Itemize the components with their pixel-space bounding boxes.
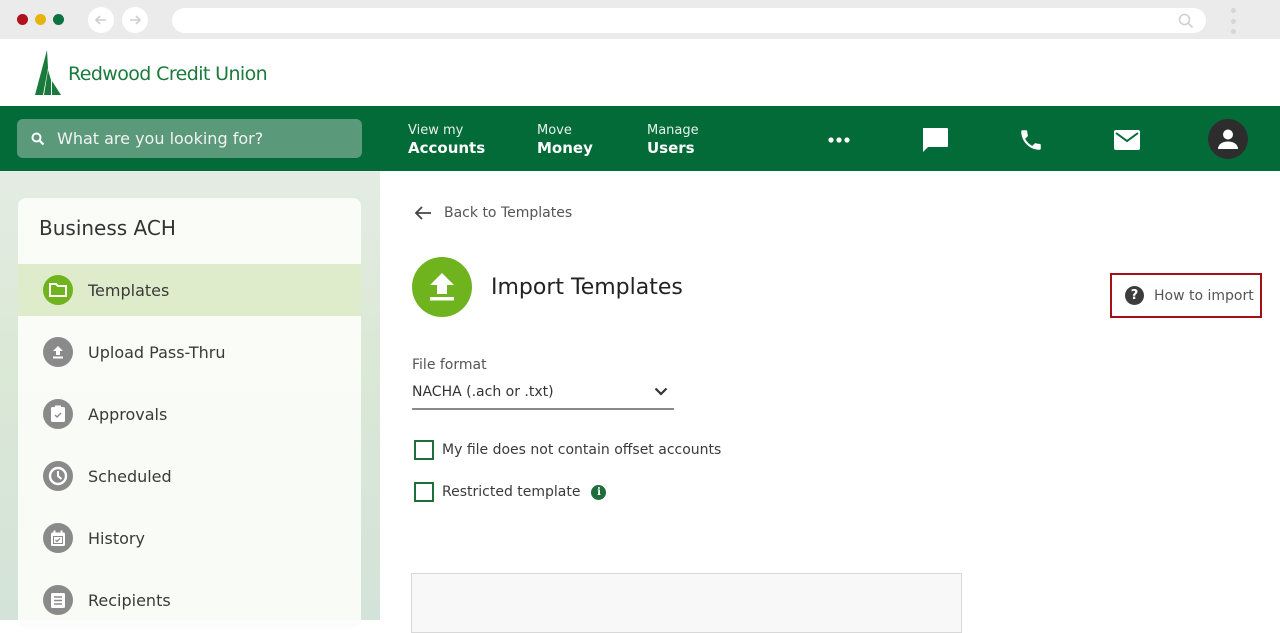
arrow-right-icon xyxy=(130,15,142,25)
sidebar-title: Business ACH xyxy=(39,216,176,240)
user-avatar-icon xyxy=(1218,129,1238,149)
chevron-down-icon xyxy=(654,387,668,396)
page-title: Import Templates xyxy=(491,275,683,300)
sidebar: Business ACH Templates Upload Pass-Thru … xyxy=(18,198,361,628)
sidebar-item-recipients[interactable]: Recipients xyxy=(18,574,361,626)
clock-icon xyxy=(43,461,73,491)
file-format-label: File format xyxy=(412,357,487,373)
mail-button[interactable] xyxy=(1107,120,1147,160)
search-icon xyxy=(1178,13,1194,29)
search-icon xyxy=(31,132,45,145)
sidebar-item-label: Scheduled xyxy=(88,466,172,486)
address-bar[interactable] xyxy=(172,8,1206,33)
sidebar-item-templates[interactable]: Templates xyxy=(18,264,361,316)
offset-accounts-label: My file does not contain offset accounts xyxy=(442,442,722,458)
back-to-templates-label: Back to Templates xyxy=(444,205,573,221)
arrow-left-icon xyxy=(414,206,431,220)
redwood-tree-logo xyxy=(35,50,61,95)
sidebar-item-approvals[interactable]: Approvals xyxy=(18,388,361,440)
logo-bar: Redwood Credit Union xyxy=(0,39,1280,106)
question-icon: ? xyxy=(1125,286,1144,305)
sidebar-item-label: History xyxy=(88,528,145,548)
browser-menu-button[interactable] xyxy=(1228,8,1238,34)
sidebar-item-scheduled[interactable]: Scheduled xyxy=(18,450,361,502)
phone-icon xyxy=(1021,130,1041,150)
nav-move-money[interactable]: Move Money xyxy=(537,123,593,157)
window-maximize-dot[interactable] xyxy=(53,14,64,25)
site-search[interactable] xyxy=(17,119,362,158)
nav-view-accounts[interactable]: View my Accounts xyxy=(408,123,485,157)
nav-manage-users[interactable]: Manage Users xyxy=(647,123,699,157)
chat-icon xyxy=(923,128,948,152)
sidebar-item-label: Templates xyxy=(88,280,170,300)
restricted-template-checkbox-row[interactable]: Restricted template i xyxy=(414,482,607,502)
brand-name: Redwood Credit Union xyxy=(68,63,268,85)
how-to-import-label: How to import xyxy=(1154,287,1254,304)
arrow-left-icon xyxy=(94,15,106,25)
browser-back-button[interactable] xyxy=(88,7,114,33)
restricted-template-label: Restricted template xyxy=(442,484,581,500)
sidebar-item-upload-pass-thru[interactable]: Upload Pass-Thru xyxy=(18,326,361,378)
nav-manage-users-top: Manage xyxy=(647,123,699,138)
sidebar-item-label: Approvals xyxy=(88,404,168,424)
user-avatar-button[interactable] xyxy=(1208,119,1248,159)
how-to-import-button[interactable]: ? How to import xyxy=(1110,273,1262,318)
nav-move-money-bottom: Money xyxy=(537,138,593,157)
offset-accounts-checkbox[interactable] xyxy=(414,440,434,460)
nav-view-accounts-bottom: Accounts xyxy=(408,138,486,157)
file-format-value: NACHA (.ach or .txt) xyxy=(412,383,554,400)
browser-forward-button[interactable] xyxy=(122,7,148,33)
file-format-select[interactable]: NACHA (.ach or .txt) xyxy=(412,375,674,410)
back-to-templates-link[interactable]: Back to Templates xyxy=(414,205,572,221)
nav-manage-users-bottom: Users xyxy=(647,138,695,157)
browser-chrome xyxy=(0,0,1280,39)
brand-logo[interactable]: Redwood Credit Union xyxy=(34,50,268,95)
sidebar-item-label: Upload Pass-Thru xyxy=(88,342,226,362)
upload-icon xyxy=(412,257,472,317)
restricted-template-checkbox[interactable] xyxy=(414,482,434,502)
upload-icon xyxy=(43,337,73,367)
mail-icon xyxy=(1114,130,1140,150)
offset-accounts-checkbox-row[interactable]: My file does not contain offset accounts xyxy=(414,440,721,460)
info-icon[interactable]: i xyxy=(591,484,607,500)
chat-button[interactable] xyxy=(915,120,955,160)
sidebar-item-label: Recipients xyxy=(88,590,171,610)
more-icon xyxy=(828,137,850,143)
folder-icon xyxy=(43,275,73,305)
more-button[interactable] xyxy=(819,120,859,160)
window-close-dot[interactable] xyxy=(17,14,28,25)
file-drop-zone[interactable] xyxy=(411,573,962,633)
nav-view-accounts-top: View my xyxy=(408,123,464,138)
phone-button[interactable] xyxy=(1011,120,1051,160)
nav-move-money-top: Move xyxy=(537,123,572,138)
list-icon xyxy=(43,585,73,615)
calendar-check-icon xyxy=(43,523,73,553)
sidebar-item-history[interactable]: History xyxy=(18,512,361,564)
window-minimize-dot[interactable] xyxy=(35,14,46,25)
top-navigation: View my Accounts Move Money Manage Users xyxy=(0,106,1280,171)
clipboard-check-icon xyxy=(43,399,73,429)
search-input[interactable] xyxy=(57,129,337,148)
